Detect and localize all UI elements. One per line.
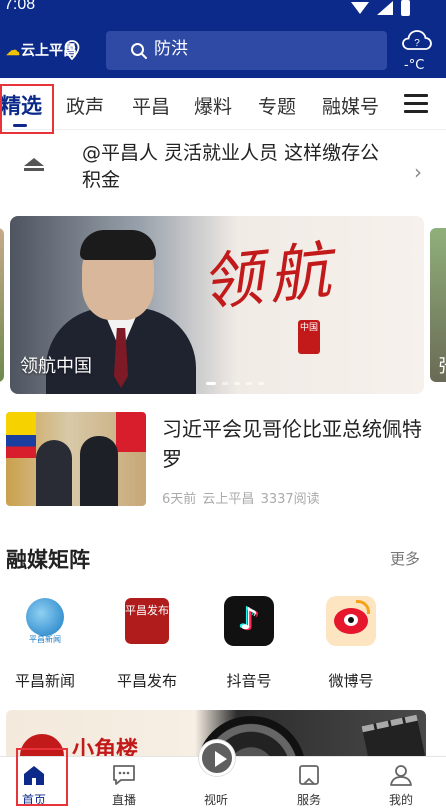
news-time: 6天前 — [162, 492, 197, 507]
nav-label: 服务 — [296, 793, 321, 807]
tab-tips[interactable]: 爆料 — [194, 92, 232, 119]
slide-seal: 中国 — [298, 320, 320, 354]
carousel-dots — [206, 382, 264, 385]
carousel-dot[interactable] — [258, 382, 264, 385]
tab-topics[interactable]: 专题 — [258, 92, 296, 119]
matrix-item-label: 平昌发布 — [116, 672, 177, 690]
weibo-eye-pupil — [348, 617, 354, 623]
douyin-icon: ♪ — [224, 596, 274, 646]
nav-profile[interactable]: 我的 — [371, 757, 431, 808]
previous-slide-peek — [0, 228, 4, 382]
pingchang-news-icon: 平昌新闻 — [20, 596, 70, 646]
status-time: 7:08 — [4, 0, 36, 13]
chevron-right-icon: › — [414, 160, 422, 184]
nav-label: 视听 — [203, 793, 228, 807]
weibo-icon — [326, 596, 376, 646]
colombia-flag — [6, 412, 36, 458]
hamburger-menu-icon[interactable] — [404, 94, 428, 114]
nav-service[interactable]: 服务 — [279, 757, 339, 808]
matrix-item-pingchang-news[interactable]: 平昌新闻 平昌新闻 — [0, 596, 90, 696]
globe-icon — [26, 598, 64, 636]
section-title: 融媒矩阵 — [6, 548, 90, 572]
next-slide-caption: 张 — [438, 352, 446, 378]
china-flag — [116, 412, 146, 452]
nav-live[interactable]: 直播 — [94, 757, 154, 808]
weather-widget[interactable]: ? -°C — [400, 28, 434, 76]
play-button[interactable] — [199, 740, 235, 776]
music-note-icon: ♪ — [239, 602, 259, 637]
pingchang-news-icon-tag: 平昌新闻 — [29, 635, 61, 644]
slide-caption: 领航中国 — [20, 356, 92, 377]
pingchang-release-icon: 平昌发布 — [122, 596, 172, 646]
search-placeholder: 防洪 — [154, 39, 188, 59]
matrix-item-label: 抖音号 — [226, 672, 272, 690]
play-icon — [215, 751, 227, 767]
announcement-icon — [24, 158, 44, 171]
cloud-question-icon: ? — [402, 30, 432, 50]
weather-temperature: -°C — [404, 58, 425, 73]
slide-figure-hair — [80, 230, 156, 260]
service-icon — [299, 765, 319, 785]
matrix-item-pingchang-release[interactable]: 平昌发布 平昌发布 — [102, 596, 192, 696]
news-meta: 6天前 云上平昌 3337阅读 — [162, 488, 320, 507]
tab-media-accounts[interactable]: 融媒号 — [322, 92, 379, 119]
location-pin-icon[interactable] — [64, 40, 80, 60]
nav-label: 我的 — [388, 793, 413, 807]
carousel-dot[interactable] — [246, 382, 252, 385]
carousel-dot[interactable] — [206, 382, 216, 385]
carousel-slide[interactable]: 领航 中国 领航中国 — [10, 216, 424, 394]
headline-carousel[interactable]: 领航 中国 领航中国 张 — [0, 216, 446, 394]
wifi-icon — [351, 2, 369, 14]
announcement-text: @平昌人 灵活就业人员 这样缴存公积金 — [82, 142, 380, 191]
matrix-item-label: 平昌新闻 — [14, 672, 75, 690]
matrix-item-douyin[interactable]: ♪ 抖音号 — [204, 596, 294, 696]
news-title: 习近平会见哥伦比亚总统佩特罗 — [162, 417, 422, 471]
highlight-box-featured-tab — [0, 84, 54, 134]
svg-text:?: ? — [414, 38, 420, 49]
news-thumbnail — [6, 412, 146, 506]
top-header: 7:08 ☁云上平昌 防洪 ? -°C — [0, 0, 446, 78]
tab-pingchang[interactable]: 平昌 — [132, 92, 170, 119]
search-input[interactable]: 防洪 — [106, 31, 387, 70]
matrix-item-weibo[interactable]: 微博号 — [306, 596, 396, 696]
thumbnail-figure — [36, 440, 72, 506]
carousel-dot[interactable] — [234, 382, 240, 385]
signal-icon — [377, 1, 393, 15]
weibo-signal-arc — [356, 600, 370, 614]
tab-government[interactable]: 政声 — [66, 92, 104, 119]
highlight-box-home-nav — [16, 748, 68, 806]
news-list-item[interactable]: 习近平会见哥伦比亚总统佩特罗 6天前 云上平昌 3337阅读 — [0, 410, 446, 510]
more-link[interactable]: 更多 — [390, 548, 420, 569]
news-reads: 3337阅读 — [260, 492, 320, 507]
search-icon — [131, 43, 147, 59]
logo-mark-icon: ☁ — [6, 42, 20, 58]
slide-calligraphy: 领航 — [197, 233, 341, 320]
nav-label: 直播 — [111, 793, 136, 807]
live-icon — [113, 765, 135, 785]
carousel-dot[interactable] — [222, 382, 228, 385]
pingchang-release-icon-tag: 平昌发布 — [125, 598, 169, 644]
news-source: 云上平昌 — [202, 492, 255, 507]
profile-icon — [390, 765, 412, 786]
battery-icon — [401, 0, 410, 16]
thumbnail-figure — [80, 436, 118, 506]
announcement-bar[interactable]: @平昌人 灵活就业人员 这样缴存公积金 › — [0, 130, 446, 206]
matrix-item-label: 微博号 — [328, 672, 374, 690]
channel-tabs: 精选 政声 平昌 爆料 专题 融媒号 — [0, 80, 446, 130]
status-icons — [351, 0, 410, 16]
